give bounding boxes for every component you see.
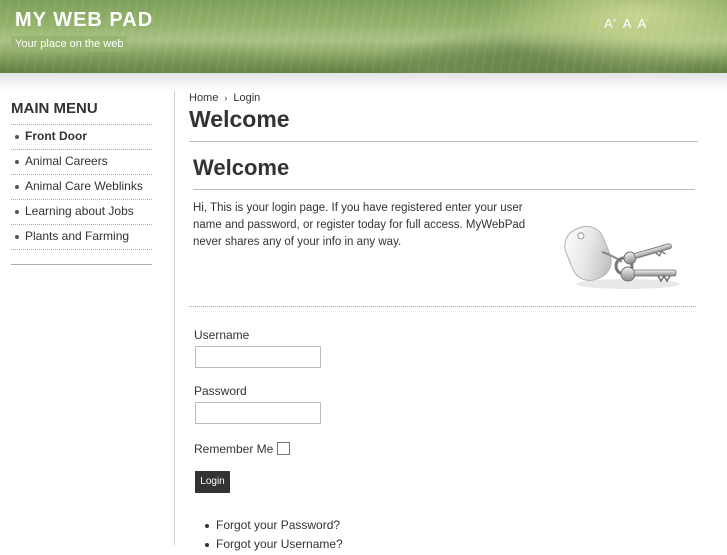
menu-item-learning-about-jobs[interactable]: Learning about Jobs — [11, 200, 152, 225]
main-menu: Front Door Animal Careers Animal Care We… — [11, 124, 152, 250]
font-decrease-button[interactable]: A- — [637, 16, 648, 31]
font-reset-button[interactable]: A — [623, 16, 632, 31]
font-size-tools: A+ A A- — [604, 16, 654, 31]
keys-icon — [558, 212, 682, 295]
forgot-password-link[interactable]: Forgot your Password? — [205, 517, 343, 536]
title-divider — [189, 141, 698, 142]
menu-item-plants-and-farming[interactable]: Plants and Farming — [11, 225, 152, 250]
remember-me-label: Remember Me — [194, 442, 274, 456]
menu-item-animal-care-weblinks[interactable]: Animal Care Weblinks — [11, 175, 152, 200]
forgot-username-link[interactable]: Forgot your Username? — [205, 536, 343, 555]
site-tagline: Your place on the web — [11, 36, 128, 52]
password-label: Password — [194, 384, 247, 398]
site-title[interactable]: MY WEB PAD — [15, 9, 153, 32]
column-divider — [174, 91, 175, 545]
font-increase-button[interactable]: A+ — [604, 16, 617, 31]
account-links: Forgot your Password? Forgot your Userna… — [205, 517, 343, 555]
site-header: MY WEB PAD Your place on the web A+ A A- — [0, 0, 727, 73]
username-input[interactable] — [195, 346, 321, 368]
sidebar: MAIN MENU Front Door Animal Careers Anim… — [11, 100, 152, 250]
breadcrumb: Home › Login — [189, 92, 260, 104]
breadcrumb-current: Login — [233, 92, 261, 104]
username-label: Username — [194, 328, 250, 342]
breadcrumb-home[interactable]: Home — [189, 92, 218, 104]
sidebar-divider — [11, 264, 152, 265]
header-shadow — [0, 73, 727, 91]
menu-item-animal-careers[interactable]: Animal Careers — [11, 150, 152, 175]
login-button[interactable]: Login — [195, 471, 230, 493]
main-menu-heading: MAIN MENU — [11, 100, 98, 117]
page-title: Welcome — [189, 106, 290, 132]
login-description: Hi, This is your login page. If you have… — [193, 202, 526, 248]
remember-me-checkbox[interactable] — [277, 442, 290, 455]
menu-item-front-door[interactable]: Front Door — [11, 125, 152, 150]
password-input[interactable] — [195, 402, 321, 424]
breadcrumb-arrow-icon: › — [224, 93, 228, 103]
component-divider — [193, 189, 695, 190]
component-title: Welcome — [193, 155, 290, 180]
form-divider — [189, 306, 696, 307]
